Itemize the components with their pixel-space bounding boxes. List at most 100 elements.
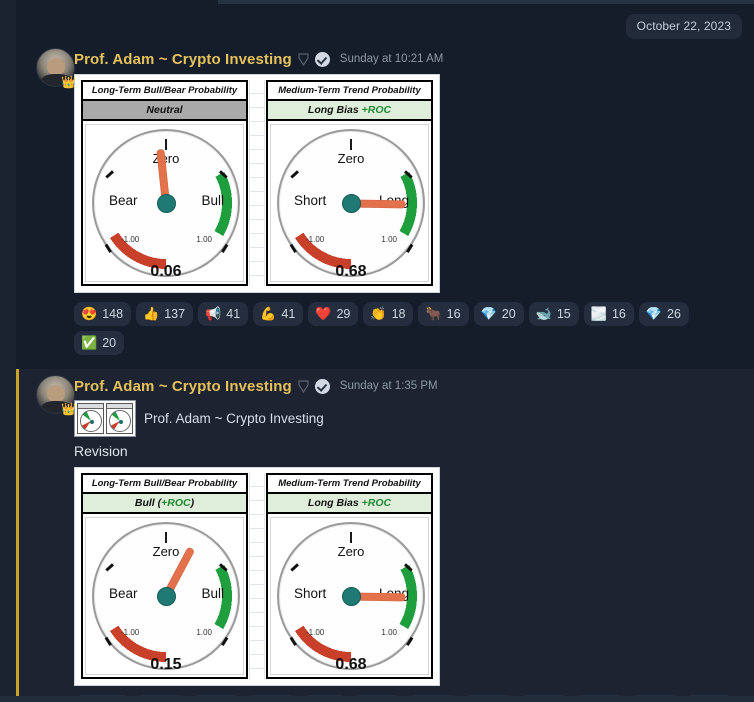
check-mark-button-emoji: ✅ [81,335,98,350]
panel-status-text: Long Bias [307,497,359,509]
reaction-chip[interactable]: ✅ 20 [74,331,125,355]
sparkle-emoji: 🌫️ [590,306,607,321]
reaction-count: 137 [164,307,186,321]
clan-tag-icon [298,52,309,66]
verified-check-icon [314,378,330,394]
panel-status-roc: +ROC [361,497,392,509]
label-left: Bear [109,586,138,601]
label-max: 1.00 [381,628,397,637]
reaction-count: 20 [501,307,516,321]
gauge-hub [341,193,361,213]
panel-gauge: Zero Bear Bull -1.00 1.00 [81,514,248,679]
reaction-chip[interactable]: 🐋 15 [528,302,579,326]
spreadsheet-gap-column [249,473,265,679]
message-timestamp: Sunday at 10:21 AM [339,53,444,65]
reaction-chip[interactable]: 📢 41 [198,302,249,326]
reaction-count: 41 [226,307,241,321]
reply-author-name[interactable]: Prof. Adam ~ Crypto Investing [144,411,324,426]
reaction-count: 29 [336,307,351,321]
spreadsheet-gap-column [249,80,265,286]
clan-tag-icon [298,379,309,393]
thumbs-up-emoji: 👍 [143,306,160,321]
label-left: Short [294,586,327,601]
gauge-dial: Zero Short Long -1.00 1.00 [273,520,429,673]
label-left: Bear [109,193,138,208]
heart-eyes-emoji: 😍 [81,306,98,321]
gauge-hub [156,193,176,213]
message-2: 👑 Prof. Adam ~ Crypto Investing Sunday a… [16,369,754,702]
gauge-value: 0.06 [150,263,182,280]
bottom-bar [0,696,754,702]
reaction-count: 16 [611,307,626,321]
reaction-chip[interactable]: 😍 148 [74,302,132,326]
zero-tick [350,139,352,150]
gauge-chart-attachment-2[interactable]: Long-Term Bull/Bear Probability Bull (+R… [74,467,440,686]
reply-thumbnail-icon [74,399,136,437]
message-text: Revision [74,443,128,459]
gauge-value: 0.68 [335,656,367,673]
reply-reference[interactable]: Prof. Adam ~ Crypto Investing [74,399,744,437]
message-1: 👑 Prof. Adam ~ Crypto Investing Sunday a… [16,42,754,359]
message-header: Prof. Adam ~ Crypto Investing Sunday at … [74,375,744,397]
panel-status-roc: +ROC [161,497,191,509]
megaphone-emoji: 📢 [205,306,222,321]
reaction-count: 148 [102,307,124,321]
avatar[interactable]: 👑 [36,48,78,92]
bull-emoji: 🐂 [425,306,442,321]
discord-chat-window: October 22, 2023 👑 Prof. Adam ~ Crypto I… [0,0,754,702]
label-max: 1.00 [196,235,212,244]
reaction-chip[interactable]: 💎 26 [638,302,689,326]
gauge-hub [156,586,176,606]
zero-tick [165,532,167,543]
zero-tick [350,532,352,543]
panel-gauge: Zero Bear Bull -1.00 1.00 [81,121,248,286]
panel-long-term-2: Long-Term Bull/Bear Probability Bull (+R… [81,473,248,679]
label-max: 1.00 [196,628,212,637]
message-header: Prof. Adam ~ Crypto Investing Sunday at … [74,48,744,70]
reaction-chip[interactable]: 🐂 16 [418,302,469,326]
clapping-hands-emoji: 👏 [370,306,387,321]
reaction-count: 16 [446,307,461,321]
verified-check-icon [314,51,330,67]
panel-gauge: Zero Short Long -1.00 1.00 [266,121,433,286]
reaction-bar-1: 😍 148 👍 137 📢 41 💪 41 ❤️ 29 👏 18 🐂 16 💎 20 🐋 15 🌫️ 16 💎 26 ✅ 20 [74,302,744,355]
panel-title: Long-Term Bull/Bear Probability [81,473,248,494]
label-max: 1.00 [381,235,397,244]
reaction-count: 18 [391,307,406,321]
reaction-chip[interactable]: 👏 18 [363,302,414,326]
panel-status-close: ) [190,497,195,509]
pen-emoji: 💎 [480,306,497,321]
panel-status-text: Long Bias [307,104,359,116]
author-name[interactable]: Prof. Adam ~ Crypto Investing [74,51,292,68]
reaction-count: 26 [667,307,681,321]
channel-top-strip [218,0,754,4]
panel-title: Medium-Term Trend Probability [266,473,433,494]
label-right: Bull [201,586,224,601]
panel-title: Long-Term Bull/Bear Probability [81,80,248,101]
reaction-chip[interactable]: 👍 137 [136,302,194,326]
panel-status-text: Bull ( [134,497,162,509]
label-min: -1.00 [121,235,140,244]
gauge-hub [341,586,361,606]
gauge-value: 0.15 [150,656,182,673]
reaction-chip[interactable]: ❤️ 29 [308,302,359,326]
label-zero: Zero [337,544,365,559]
panel-status: Long Bias +ROC [266,101,433,121]
message-list: October 22, 2023 👑 Prof. Adam ~ Crypto I… [16,0,754,702]
label-left: Short [294,193,327,208]
reaction-chip[interactable]: 🌫️ 16 [583,302,634,326]
gauge-chart-attachment-1[interactable]: Long-Term Bull/Bear Probability Neutral [74,74,440,293]
message-timestamp: Sunday at 1:35 PM [339,380,438,392]
label-min: -1.00 [306,235,325,244]
reaction-chip[interactable]: 💎 20 [473,302,524,326]
gauge-dial: Zero Short Long -1.00 1.00 [273,127,429,280]
panel-status-roc: +ROC [361,104,392,116]
label-right: Bull [201,193,224,208]
avatar[interactable]: 👑 [36,375,78,419]
panel-gauge: Zero Short Long -1.00 1.00 [266,514,433,679]
panel-status: Long Bias +ROC [266,494,433,514]
reaction-chip[interactable]: 💪 41 [253,302,304,326]
date-divider: October 22, 2023 [625,14,742,39]
author-name[interactable]: Prof. Adam ~ Crypto Investing [74,378,292,395]
gem-stone-emoji: 💎 [645,306,663,321]
